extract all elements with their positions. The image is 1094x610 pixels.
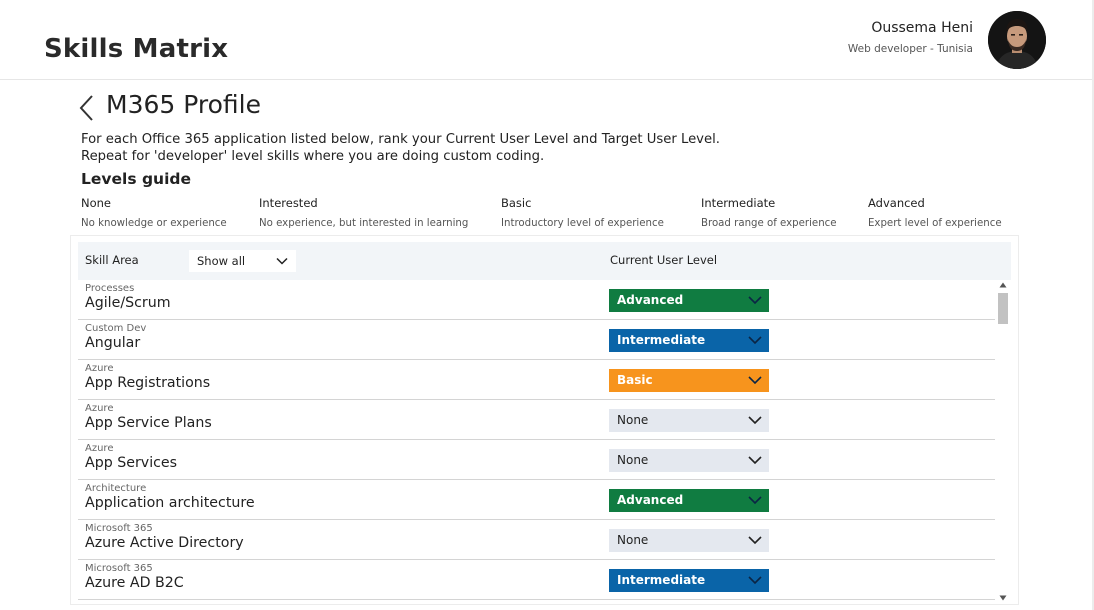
skill-category: Architecture <box>85 483 147 494</box>
skill-category: Microsoft 365 <box>85 523 153 534</box>
skill-category: Azure <box>85 443 114 454</box>
guide-level-interested: Interested No experience, but interested… <box>259 196 468 229</box>
skills-table: Skill Area Show all Current User Level P… <box>70 235 1019 605</box>
guide-level-name: Intermediate <box>701 196 776 210</box>
skill-name: Angular <box>85 335 141 351</box>
level-dropdown[interactable]: Basic <box>609 369 769 392</box>
skill-name: Azure Active Directory <box>85 535 244 551</box>
skill-category: Custom Dev <box>85 323 147 334</box>
table-row: Azure App Services None <box>78 440 995 480</box>
table-row: Azure App Service Plans None <box>78 400 995 440</box>
guide-level-description: No experience, but interested in learnin… <box>259 218 469 229</box>
column-header-skill-area: Skill Area <box>85 253 139 267</box>
level-dropdown[interactable]: Advanced <box>609 289 769 312</box>
table-row: Custom Dev Angular Intermediate <box>78 320 995 360</box>
skill-category: Processes <box>85 283 135 294</box>
level-value: Intermediate <box>617 573 706 587</box>
instructions: For each Office 365 application listed b… <box>81 131 720 165</box>
skill-filter-value: Show all <box>197 254 246 268</box>
avatar[interactable] <box>988 11 1046 69</box>
guide-level-description: Introductory level of experience <box>501 218 664 229</box>
level-value: None <box>617 413 649 427</box>
chevron-down-icon <box>748 456 762 465</box>
table-row: Microsoft 365 Azure AD B2C Intermediate <box>78 560 995 600</box>
scroll-up-arrow-icon[interactable] <box>999 281 1007 289</box>
guide-level-description: No knowledge or experience <box>81 218 227 229</box>
chevron-down-icon <box>748 496 762 505</box>
instructions-line: Repeat for 'developer' level skills wher… <box>81 149 545 164</box>
table-body: Processes Agile/Scrum Advanced Custom De… <box>78 280 995 604</box>
guide-level-name: Basic <box>501 196 532 210</box>
level-value: Basic <box>617 373 653 387</box>
skill-category: Microsoft 365 <box>85 563 153 574</box>
level-value: Intermediate <box>617 333 706 347</box>
user-role: Web developer - Tunisia <box>847 43 973 55</box>
chevron-left-icon <box>79 95 93 121</box>
scrollbar-thumb[interactable] <box>998 293 1008 324</box>
guide-level-description: Expert level of experience <box>868 218 1002 229</box>
guide-level-name: None <box>81 196 112 210</box>
skill-category: Azure <box>85 403 114 414</box>
chevron-down-icon <box>748 296 762 305</box>
chevron-down-icon <box>748 576 762 585</box>
table-row: Architecture Application architecture Ad… <box>78 480 995 520</box>
levels-guide-heading: Levels guide <box>81 170 191 188</box>
instructions-line: For each Office 365 application listed b… <box>81 132 720 147</box>
skill-name: App Service Plans <box>85 415 212 431</box>
level-dropdown[interactable]: None <box>609 409 769 432</box>
chevron-down-icon <box>748 376 762 385</box>
level-value: None <box>617 533 649 547</box>
app-title: Skills Matrix <box>44 34 229 64</box>
skill-name: App Services <box>85 455 178 471</box>
guide-level-name: Advanced <box>868 196 925 210</box>
scroll-down-arrow-icon[interactable] <box>999 594 1007 602</box>
guide-level-intermediate: Intermediate Broad range of experience <box>701 196 837 229</box>
chevron-down-icon <box>748 336 762 345</box>
skill-category: Azure <box>85 363 114 374</box>
guide-level-description: Broad range of experience <box>701 218 837 229</box>
level-value: Advanced <box>617 293 684 307</box>
table-scrollbar[interactable] <box>997 281 1009 604</box>
table-row: Microsoft 365 Azure Active Directory Non… <box>78 520 995 560</box>
chevron-down-icon <box>276 257 288 265</box>
table-row: Processes Agile/Scrum Advanced <box>78 280 995 320</box>
guide-level-none: None No knowledge or experience <box>81 196 227 229</box>
level-dropdown[interactable]: None <box>609 449 769 472</box>
level-value: None <box>617 453 649 467</box>
table-row: Azure App Registrations Basic <box>78 360 995 400</box>
guide-level-basic: Basic Introductory level of experience <box>501 196 664 229</box>
skill-filter-dropdown[interactable]: Show all <box>189 250 296 272</box>
column-header-current-level: Current User Level <box>610 253 718 267</box>
skill-name: Application architecture <box>85 495 255 511</box>
level-dropdown[interactable]: Intermediate <box>609 569 769 592</box>
guide-level-name: Interested <box>259 196 318 210</box>
user-name: Oussema Heni <box>871 20 973 36</box>
page-title: M365 Profile <box>106 90 261 119</box>
skill-name: App Registrations <box>85 375 211 391</box>
level-dropdown[interactable]: Intermediate <box>609 329 769 352</box>
level-dropdown[interactable]: Advanced <box>609 489 769 512</box>
skill-name: Agile/Scrum <box>85 295 171 311</box>
back-button[interactable] <box>78 94 98 122</box>
level-value: Advanced <box>617 493 684 507</box>
table-header: Skill Area Show all Current User Level <box>78 242 1011 280</box>
chevron-down-icon <box>748 536 762 545</box>
level-dropdown[interactable]: None <box>609 529 769 552</box>
chevron-down-icon <box>748 416 762 425</box>
skill-name: Azure AD B2C <box>85 575 184 591</box>
app-header: Skills Matrix Oussema Heni Web developer… <box>0 0 1094 80</box>
guide-level-advanced: Advanced Expert level of experience <box>868 196 1002 229</box>
